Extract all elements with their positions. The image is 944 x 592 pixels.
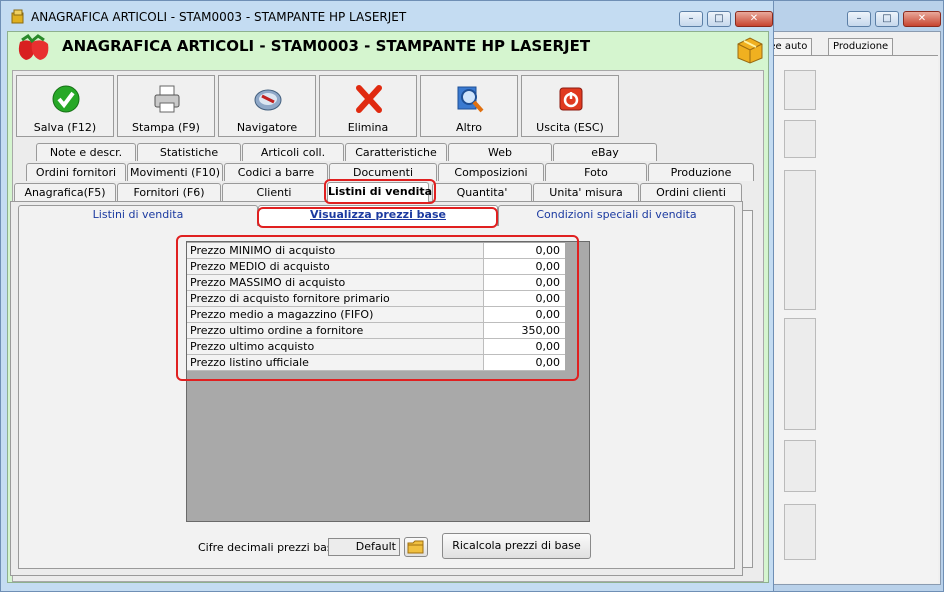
bg-close-button[interactable]: ✕	[903, 11, 941, 27]
delete-x-icon	[356, 85, 382, 113]
boxes-icon	[737, 37, 763, 64]
decimals-field[interactable]: Default	[328, 538, 400, 556]
close-button[interactable]: ✕	[735, 11, 773, 27]
subtab-listini-di-vendita[interactable]: Listini di vendita	[18, 205, 258, 225]
save-label: Salva (F12)	[33, 121, 97, 134]
tab-foto[interactable]: Foto	[545, 163, 647, 181]
tab-quantita[interactable]: Quantita'	[432, 183, 532, 201]
tab-ordini-clienti[interactable]: Ordini clienti	[640, 183, 742, 201]
tab-ebay[interactable]: eBay	[553, 143, 657, 161]
navigator-label: Navigatore	[236, 121, 298, 134]
tab-movimenti[interactable]: Movimenti (F10)	[127, 163, 223, 181]
tab-codici-a-barre[interactable]: Codici a barre	[224, 163, 328, 181]
tab-panel-depth	[743, 210, 753, 568]
printer-icon	[154, 85, 180, 113]
other-label: Altro	[456, 121, 482, 134]
bg-tab-panel	[758, 55, 938, 583]
folder-button[interactable]	[404, 537, 428, 557]
bg-panel-3	[784, 170, 816, 310]
maximize-button[interactable]: □	[707, 11, 731, 27]
delete-button[interactable]: Elimina	[319, 75, 417, 137]
check-icon	[52, 85, 80, 113]
tab-fornitori[interactable]: Fornitori (F6)	[117, 183, 221, 201]
highlight-active-tab	[324, 179, 436, 204]
folder-icon	[407, 540, 424, 554]
window-title: ANAGRAFICA ARTICOLI - STAM0003 - STAMPAN…	[31, 10, 407, 24]
tab-note-e-descr[interactable]: Note e descr.	[36, 143, 136, 161]
magnifier-icon	[457, 86, 484, 113]
tab-web[interactable]: Web	[448, 143, 552, 161]
tab-clienti[interactable]: Clienti	[222, 183, 326, 201]
tab-produzione[interactable]: Produzione	[648, 163, 754, 181]
tab-caratteristiche[interactable]: Caratteristiche	[345, 143, 447, 161]
tab-unita-misura[interactable]: Unita' misura	[533, 183, 639, 201]
highlight-price-table	[176, 235, 579, 381]
background-window: – □ ✕ nee auto Produzione	[748, 0, 944, 592]
power-icon	[559, 87, 583, 111]
compass-icon	[254, 89, 282, 111]
bg-maximize-button[interactable]: □	[875, 11, 899, 27]
delete-label: Elimina	[347, 121, 389, 134]
tab-anagrafica[interactable]: Anagrafica(F5)	[14, 183, 116, 201]
bg-client-area: nee auto Produzione	[757, 31, 941, 585]
tab-statistiche[interactable]: Statistiche	[137, 143, 241, 161]
bg-panel-4	[784, 318, 816, 430]
tab-composizioni[interactable]: Composizioni	[438, 163, 544, 181]
bg-minimize-button[interactable]: –	[847, 11, 871, 27]
header-title: ANAGRAFICA ARTICOLI - STAM0003 - STAMPAN…	[62, 37, 591, 55]
tab-articoli-coll[interactable]: Articoli coll.	[242, 143, 344, 161]
bg-panel-2	[784, 120, 816, 158]
subtab-condizioni-speciali[interactable]: Condizioni speciali di vendita	[498, 205, 735, 225]
bg-panel-5	[784, 440, 816, 492]
navigator-button[interactable]: Navigatore	[218, 75, 316, 137]
tab-ordini-fornitori[interactable]: Ordini fornitori	[26, 163, 126, 181]
exit-label: Uscita (ESC)	[536, 121, 604, 134]
print-button[interactable]: Stampa (F9)	[117, 75, 215, 137]
exit-button[interactable]: Uscita (ESC)	[521, 75, 619, 137]
other-button[interactable]: Altro	[420, 75, 518, 137]
bg-tab-2[interactable]: Produzione	[828, 38, 894, 55]
recalculate-button[interactable]: Ricalcola prezzi di base	[442, 533, 591, 559]
decimals-label: Cifre decimali prezzi base :	[198, 541, 347, 554]
bg-panel-1	[784, 70, 816, 110]
bg-panel-6	[784, 504, 816, 560]
save-button[interactable]: Salva (F12)	[16, 75, 114, 137]
strawberry-icon	[18, 34, 49, 60]
print-label: Stampa (F9)	[132, 121, 200, 134]
app-icon	[11, 9, 24, 24]
minimize-button[interactable]: –	[679, 11, 703, 27]
highlight-active-subtab	[257, 207, 498, 228]
